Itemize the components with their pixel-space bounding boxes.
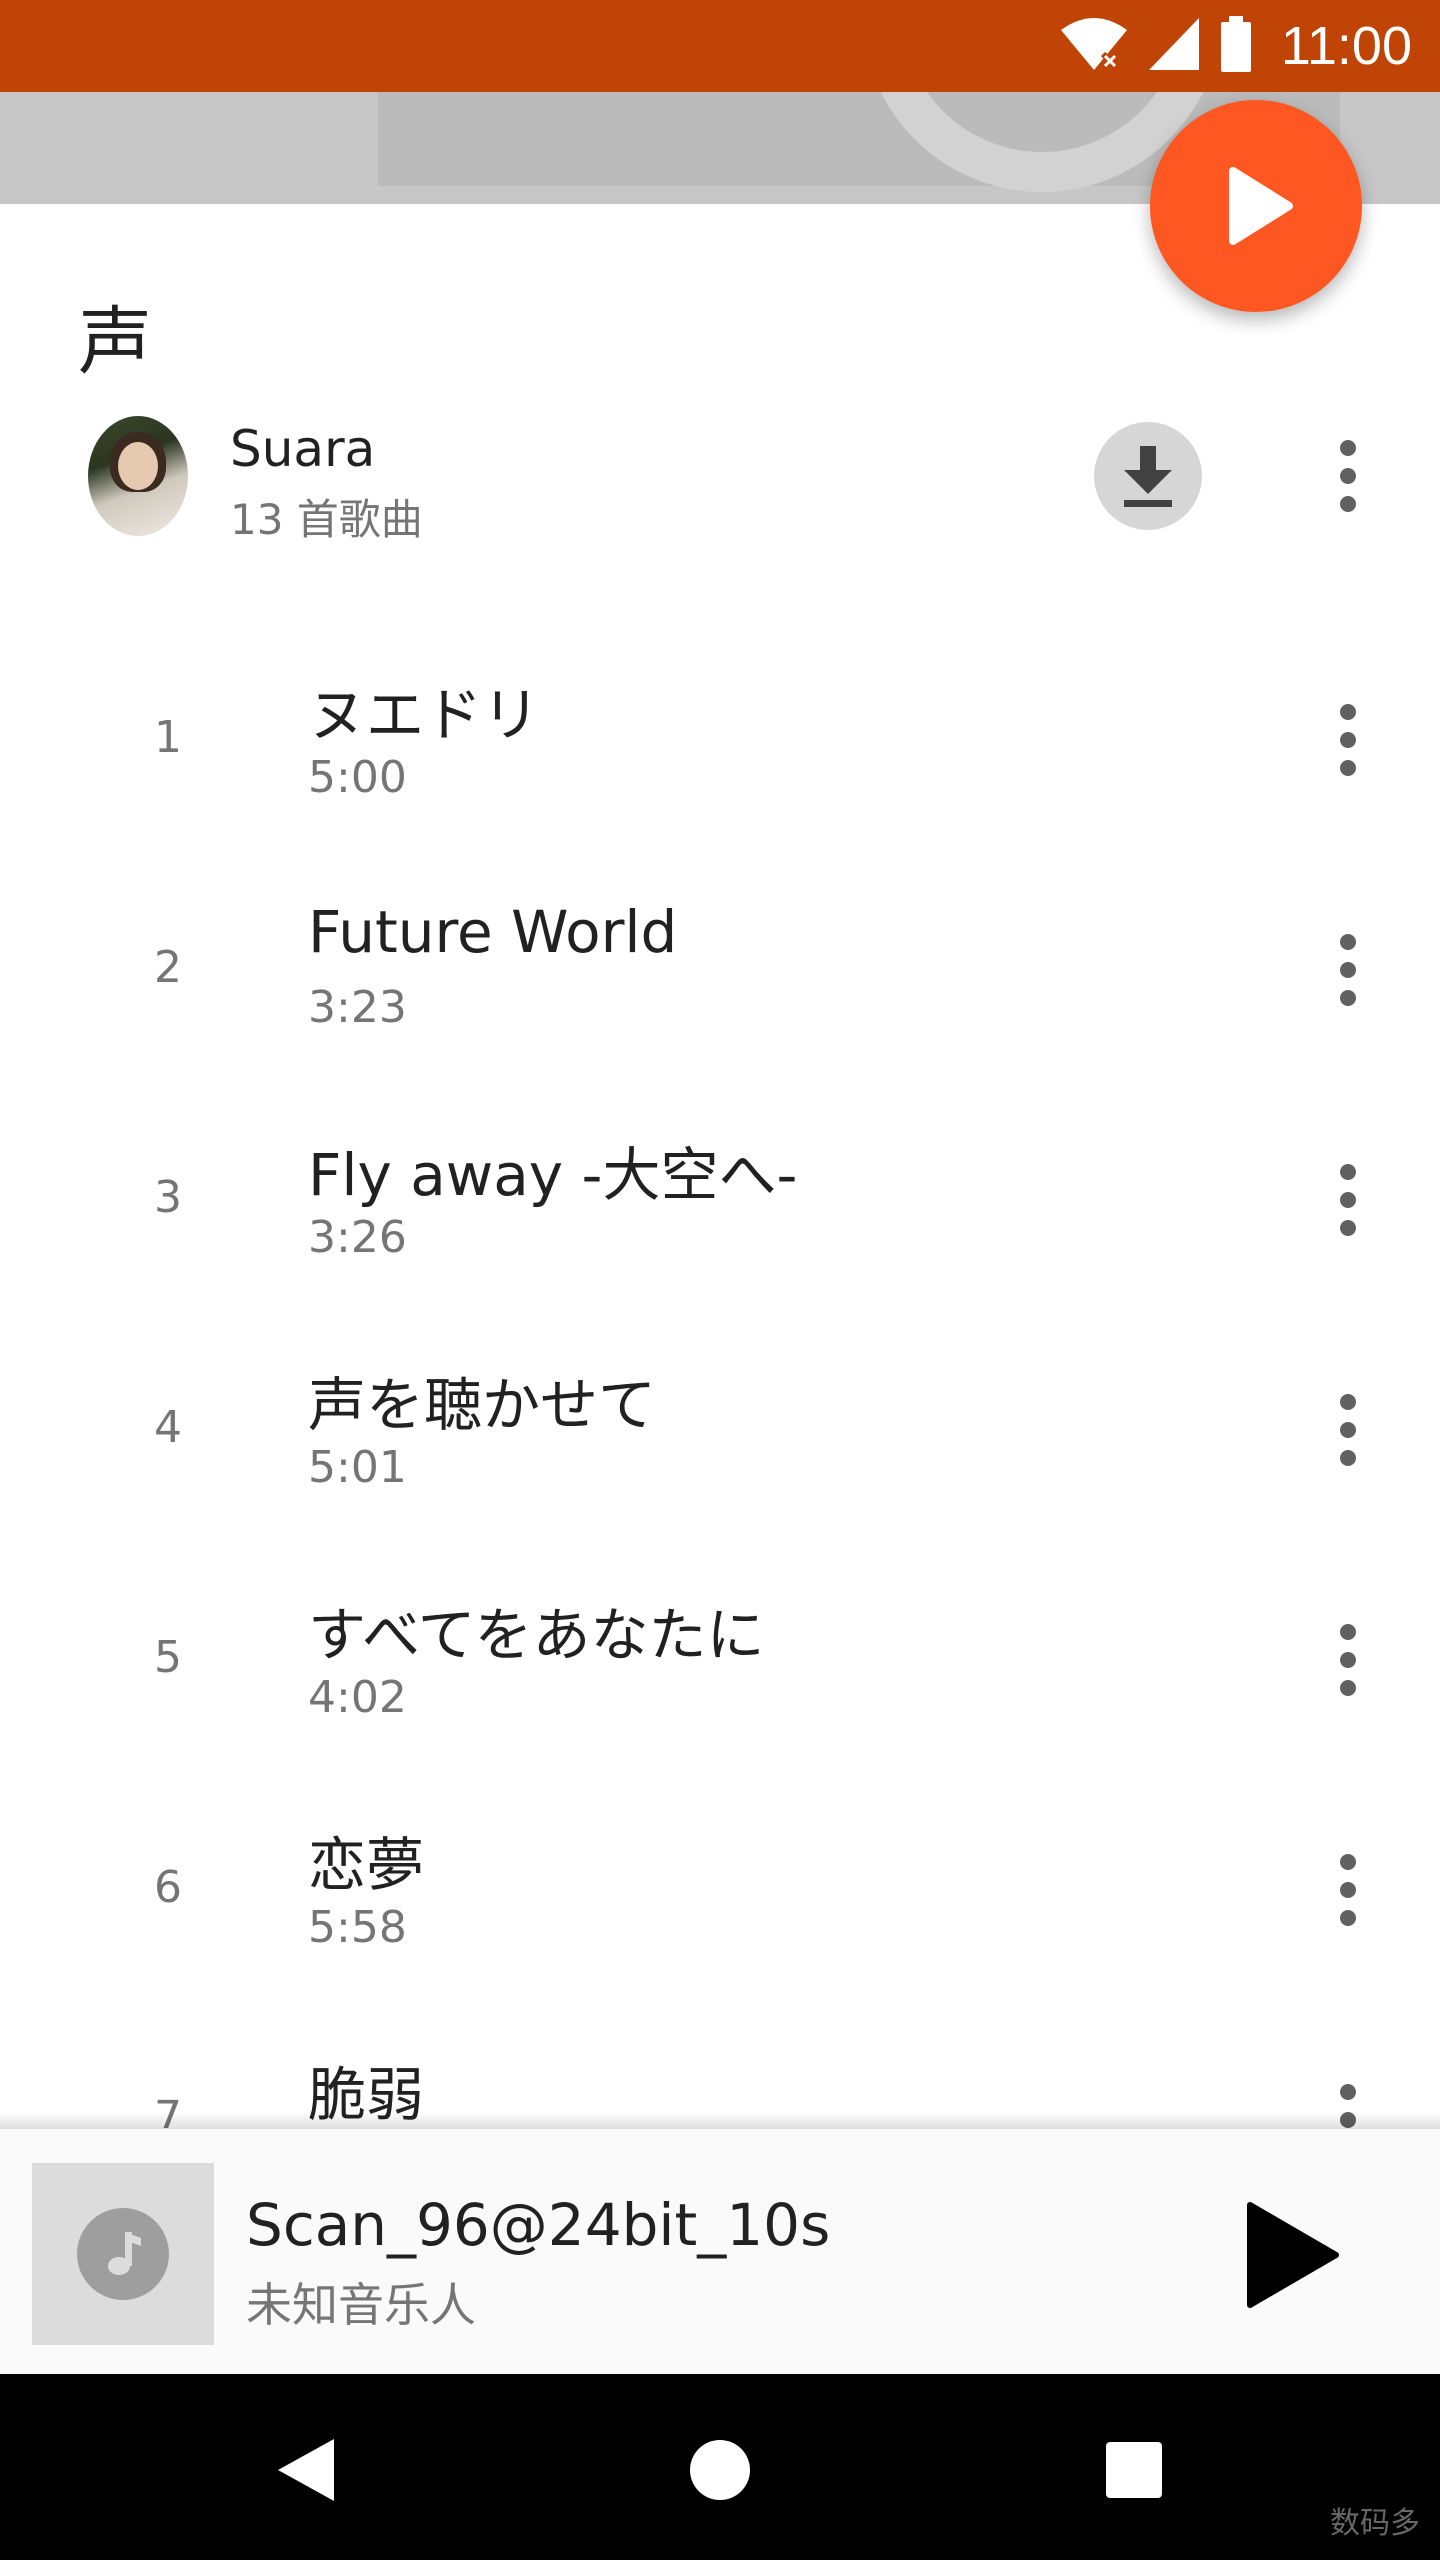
track-title: Fly away -大空へ- — [308, 1141, 798, 1209]
track-more-button[interactable] — [1328, 1380, 1368, 1480]
track-title: 恋夢 — [308, 1831, 425, 1899]
track-number: 1 — [154, 712, 182, 763]
track-row[interactable]: 1 ヌエドリ 5:00 — [0, 640, 1440, 870]
more-dot — [1340, 1192, 1356, 1208]
recents-square-icon — [1106, 2442, 1162, 2498]
track-row[interactable]: 5 すべてをあなたに 4:02 — [0, 1560, 1440, 1790]
track-duration: 3:26 — [308, 1212, 407, 1263]
artist-row[interactable]: Suara 13 首歌曲 — [0, 410, 1440, 544]
track-duration: 5:00 — [308, 752, 407, 803]
home-button[interactable] — [670, 2420, 770, 2520]
mini-player-shadow — [0, 2112, 1440, 2128]
more-dot — [1340, 468, 1356, 484]
more-dot — [1340, 704, 1356, 720]
track-title: Future World — [308, 898, 678, 966]
more-dot — [1340, 1220, 1356, 1236]
more-dot — [1340, 760, 1356, 776]
status-time: 11:00 — [1280, 16, 1412, 76]
now-playing-artist: 未知音乐人 — [246, 2278, 476, 2332]
more-dot — [1340, 496, 1356, 512]
more-dot — [1340, 2084, 1356, 2100]
mini-play-button[interactable] — [1232, 2195, 1352, 2315]
track-duration: 5:01 — [308, 1442, 407, 1493]
track-title: 声を聴かせて — [308, 1371, 657, 1439]
track-duration: 5:58 — [308, 1902, 407, 1953]
track-more-button[interactable] — [1328, 690, 1368, 790]
download-button[interactable] — [1094, 422, 1202, 530]
track-number: 3 — [154, 1172, 182, 1223]
more-dot — [1340, 1450, 1356, 1466]
more-dot — [1340, 1652, 1356, 1668]
track-title: すべてをあなたに — [308, 1601, 765, 1669]
artist-name[interactable]: Suara — [230, 420, 375, 478]
more-dot — [1340, 1394, 1356, 1410]
more-dot — [1340, 1624, 1356, 1640]
signal-icon — [1147, 16, 1201, 76]
watermark: 数码多 — [1330, 2506, 1420, 2541]
track-duration: 3:23 — [308, 982, 407, 1033]
mini-player-artwork — [32, 2163, 214, 2345]
back-triangle-icon — [278, 2439, 334, 2501]
download-icon — [1124, 446, 1172, 507]
home-circle-icon — [690, 2440, 750, 2500]
status-icons: 11:00 — [1059, 12, 1412, 80]
track-list[interactable]: 1 ヌエドリ 5:00 2 Future World 3:23 3 Fly aw… — [0, 640, 1440, 2128]
track-number: 5 — [154, 1632, 182, 1683]
more-dot — [1340, 1164, 1356, 1180]
more-dot — [1340, 934, 1356, 950]
more-dot — [1340, 732, 1356, 748]
music-note-icon — [77, 2208, 169, 2300]
song-count: 13 首歌曲 — [230, 495, 423, 544]
artist-avatar — [88, 416, 188, 536]
track-number: 6 — [154, 1862, 182, 1913]
navigation-bar: 数码多 — [0, 2374, 1440, 2560]
avatar-face — [118, 442, 158, 490]
more-dot — [1340, 1910, 1356, 1926]
now-playing-title: Scan_96@24bit_10s — [246, 2191, 831, 2259]
album-title: 声 — [78, 299, 152, 385]
track-number: 2 — [154, 942, 182, 993]
track-title: ヌエドリ — [308, 681, 541, 749]
more-dot — [1340, 1680, 1356, 1696]
more-dot — [1340, 962, 1356, 978]
track-row[interactable]: 4 声を聴かせて 5:01 — [0, 1330, 1440, 1560]
play-icon — [1247, 2202, 1339, 2308]
mini-player[interactable]: Scan_96@24bit_10s 未知音乐人 — [0, 2128, 1440, 2375]
recents-button[interactable] — [1084, 2420, 1184, 2520]
more-dot — [1340, 1882, 1356, 1898]
more-dot — [1340, 990, 1356, 1006]
track-more-button[interactable] — [1328, 1610, 1368, 1710]
more-dot — [1340, 1854, 1356, 1870]
track-row[interactable]: 2 Future World 3:23 — [0, 870, 1440, 1100]
track-duration: 4:02 — [308, 1672, 407, 1723]
track-row[interactable]: 3 Fly away -大空へ- 3:26 — [0, 1100, 1440, 1330]
track-more-button[interactable] — [1328, 1840, 1368, 1940]
status-bar: 11:00 — [0, 0, 1440, 92]
battery-icon — [1219, 16, 1253, 76]
album-more-button[interactable] — [1328, 426, 1368, 526]
track-more-button[interactable] — [1328, 1150, 1368, 1250]
play-all-button[interactable] — [1150, 100, 1362, 312]
more-dot — [1340, 1422, 1356, 1438]
track-row[interactable]: 6 恋夢 5:58 — [0, 1790, 1440, 2020]
track-more-button[interactable] — [1328, 920, 1368, 1020]
track-number: 4 — [154, 1402, 182, 1453]
play-icon — [1229, 167, 1293, 245]
wifi-icon — [1059, 16, 1129, 76]
more-dot — [1340, 440, 1356, 456]
back-button[interactable] — [256, 2420, 356, 2520]
